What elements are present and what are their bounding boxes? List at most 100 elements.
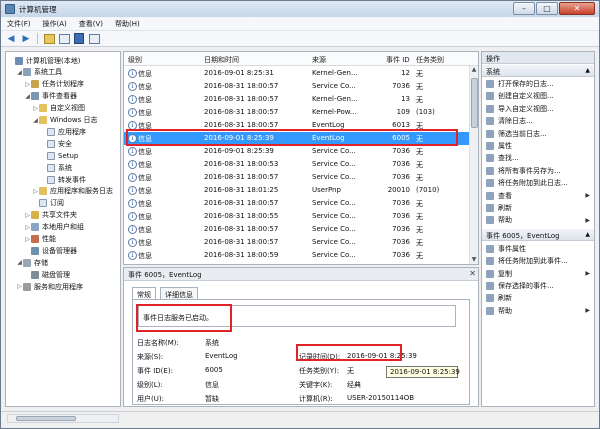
tree-item[interactable]: ▷ 本地用户和组 [24,222,84,233]
menu-view[interactable]: 查看(V) [73,19,109,29]
action-item[interactable]: 帮助 ▶ [482,305,594,317]
tab-general[interactable]: 常规 [132,287,156,299]
expand-arrow-icon[interactable]: ▷ [16,283,23,290]
tree-item[interactable]: 安全 [40,138,72,149]
show-hide-tree-icon[interactable] [58,33,70,45]
tree-item[interactable]: 转发事件 [40,174,86,185]
expand-arrow-icon[interactable]: ▷ [24,212,31,219]
menu-help[interactable]: 帮助(H) [109,19,146,29]
action-item[interactable]: 导入自定义视图... [482,103,594,115]
expand-arrow-icon[interactable]: ◢ [16,69,23,76]
event-row[interactable]: i 信息 2016-08-31 18:00:59 Service Co... 7036 无 [124,249,470,262]
expand-arrow-icon[interactable]: ◢ [32,117,39,124]
collapse-caret-icon[interactable]: ▲ [585,67,590,74]
event-row[interactable]: i 信息 2016-08-31 18:00:57 Kernel-Gen... 13 无 [124,93,470,106]
column-event-id[interactable]: 事件 ID [386,55,410,65]
event-row[interactable]: i 信息 2016-08-31 18:00:53 Service Co... 7036 无 [124,158,470,171]
action-item[interactable]: 创建自定义视图... [482,90,594,102]
event-row[interactable]: i 信息 2016-08-31 18:00:57 Service Co... 7036 无 [124,223,470,236]
column-source[interactable]: 来源 [312,55,326,65]
event-row[interactable]: i 信息 2016-09-01 8:25:31 Kernel-Gen... 12 无 [124,67,470,80]
action-item[interactable]: 刷新 [482,202,594,214]
column-datetime[interactable]: 日期和时间 [204,55,239,65]
minimize-button[interactable]: – [513,2,535,15]
event-row[interactable]: i 信息 2016-08-31 18:00:55 Service Co... 7036 无 [124,210,470,223]
tree-item[interactable]: ◢ Windows 日志 [32,115,97,126]
tree-item[interactable]: ▷ 性能 [24,234,56,245]
event-cell-source: Service Co... [312,225,356,233]
back-arrow-icon[interactable]: ◀ [5,33,17,45]
event-row[interactable]: i 信息 2016-08-31 18:00:57 Service Co... 7036 无 [124,197,470,210]
tree-item[interactable]: ▷ 自定义视图 [32,103,85,114]
tree-item[interactable]: ◢ 系统工具 [16,67,62,78]
expand-arrow-icon[interactable]: ▷ [32,188,39,195]
action-item[interactable]: 查找... [482,152,594,164]
actions-section-system[interactable]: 系统 ▲ [482,65,594,77]
action-item[interactable]: 帮助 ▶ [482,214,594,226]
expand-arrow-icon[interactable]: ▷ [24,224,31,231]
expand-arrow-icon[interactable]: ▷ [24,236,31,243]
tree-item[interactable]: ▷ 任务计划程序 [24,79,84,90]
action-item[interactable]: 筛选当前日志... [482,128,594,140]
tree-item[interactable]: 设备管理器 [24,245,77,256]
window-title: 计算机管理 [19,4,57,14]
event-row[interactable]: i 信息 2016-08-31 18:01:25 UserPnp 20010 (7010) [124,184,470,197]
tree-item[interactable]: 应用程序 [40,126,86,137]
tree-item[interactable]: ▷ 共享文件夹 [24,210,77,221]
close-button[interactable]: ✕ [559,2,595,15]
event-row[interactable]: i 信息 2016-08-31 18:00:57 Kernel-Pow... 109 (1… [124,106,470,119]
console-icon[interactable] [88,33,100,45]
forward-arrow-icon[interactable]: ▶ [20,33,32,45]
column-level[interactable]: 级别 [128,55,142,65]
action-item[interactable]: 事件属性 [482,243,594,255]
action-item[interactable]: 清除日志... [482,115,594,127]
tree-item[interactable]: Setup [40,150,78,161]
scroll-up-icon[interactable]: ▲ [470,66,478,74]
action-item[interactable]: 将任务附加到此日志... [482,177,594,189]
tab-details[interactable]: 详细信息 [160,287,198,299]
tree-item[interactable]: 计算机管理(本地) [8,55,80,66]
scroll-thumb[interactable] [471,78,478,128]
expand-arrow-icon[interactable]: ▷ [32,105,39,112]
collapse-caret-icon[interactable]: ▲ [585,231,590,238]
action-item[interactable]: 查看 ▶ [482,190,594,202]
tree-item[interactable]: 磁盘管理 [24,269,70,280]
action-item[interactable]: 将任务附加到此事件... [482,255,594,267]
up-folder-icon[interactable] [43,33,55,45]
event-row[interactable]: i 信息 2016-08-31 18:00:57 Service Co... 7036 无 [124,80,470,93]
help-book-icon[interactable] [73,33,85,45]
expand-arrow-icon[interactable]: ▷ [24,81,31,88]
event-row[interactable]: i 信息 2016-09-01 8:25:39 Service Co... 7036 无 [124,145,470,158]
tree-item[interactable]: ◢ 存储 [16,257,48,268]
event-cell-id: 7036 [392,147,410,155]
info-icon: i [128,95,137,104]
tree-item[interactable]: ▷ 服务和应用程序 [16,281,83,292]
expand-arrow-icon[interactable]: ◢ [16,259,23,266]
tree-item[interactable]: 系统 [40,162,72,173]
action-item[interactable]: 刷新 [482,292,594,304]
tree-horizontal-scroll-thumb[interactable] [16,416,76,421]
menu-file[interactable]: 文件(F) [1,19,37,29]
tree-item[interactable]: ◢ 事件查看器 [24,91,77,102]
event-row[interactable]: i 信息 2016-08-31 18:00:57 Service Co... 7036 无 [124,171,470,184]
tree-item[interactable]: 订阅 [32,198,64,209]
tree-horizontal-scrollbar[interactable] [7,414,119,423]
event-list-scrollbar[interactable]: ▲ ▼ [469,66,478,264]
column-task-category[interactable]: 任务类别 [416,55,444,65]
tree-item[interactable]: ▷ 应用程序和服务日志 [32,186,113,197]
actions-section-event[interactable]: 事件 6005，EventLog ▲ [482,228,594,241]
action-item[interactable]: 保存选择的事件... [482,280,594,292]
close-icon[interactable]: ✕ [469,269,476,278]
event-cell-id: 7036 [392,82,410,90]
expand-arrow-icon[interactable]: ◢ [24,93,31,100]
event-row[interactable]: i 信息 2016-08-31 18:00:57 Service Co... 7036 无 [124,236,470,249]
detail-header: 事件 6005，EventLog ✕ [124,268,478,281]
action-item[interactable]: 将所有事件另存为... [482,165,594,177]
action-item[interactable]: 复制 ▶ [482,268,594,280]
action-item[interactable]: 属性 [482,140,594,152]
maximize-button[interactable]: □ [536,2,558,15]
scroll-down-icon[interactable]: ▼ [470,256,478,264]
event-cell-datetime: 2016-08-31 18:00:57 [204,173,279,181]
action-item[interactable]: 打开保存的日志... [482,78,594,90]
menu-action[interactable]: 操作(A) [37,19,73,29]
